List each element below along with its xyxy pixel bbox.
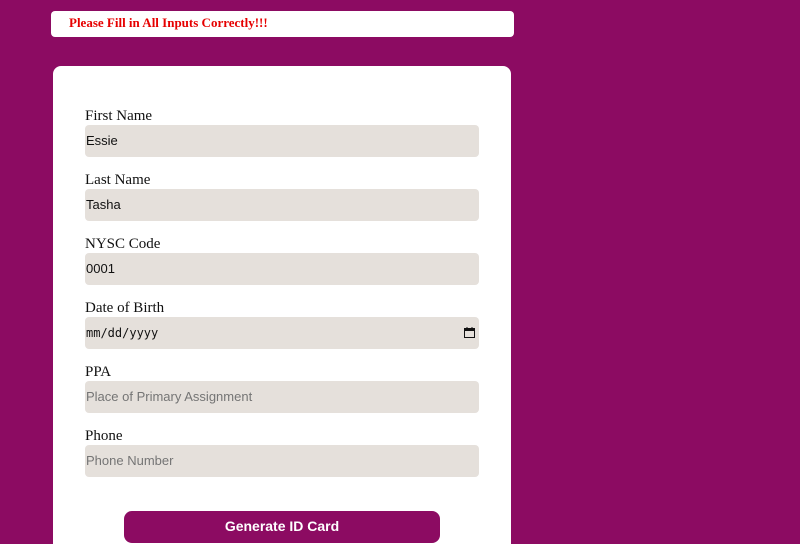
calendar-icon[interactable]	[464, 327, 475, 338]
ppa-label: PPA	[85, 364, 112, 380]
generate-id-card-button[interactable]: Generate ID Card	[124, 511, 440, 543]
first-name-label: First Name	[85, 108, 153, 124]
id-card-form: First Name Essie Last Name Tasha NYSC Co…	[53, 66, 511, 544]
phone-label: Phone	[85, 428, 123, 444]
dob-input[interactable]: mm/dd/yyyy	[85, 317, 479, 349]
dob-group: Date of Birth mm/dd/yyyy	[85, 299, 479, 349]
phone-input[interactable]: Phone Number	[85, 445, 479, 477]
first-name-input[interactable]: Essie	[85, 125, 479, 157]
error-alert: Please Fill in All Inputs Correctly!!!	[51, 11, 514, 37]
last-name-label: Last Name	[85, 172, 151, 188]
ppa-group: PPA Place of Primary Assignment	[85, 363, 479, 413]
page: Please Fill in All Inputs Correctly!!! F…	[0, 0, 800, 544]
ppa-input[interactable]: Place of Primary Assignment	[85, 381, 479, 413]
nysc-code-label: NYSC Code	[85, 236, 161, 252]
nysc-code-input[interactable]: 0001	[85, 253, 479, 285]
phone-group: Phone Phone Number	[85, 427, 479, 477]
last-name-input[interactable]: Tasha	[85, 189, 479, 221]
last-name-group: Last Name Tasha	[85, 171, 479, 221]
dob-placeholder: mm/dd/yyyy	[86, 326, 159, 340]
first-name-group: First Name Essie	[85, 107, 479, 157]
nysc-code-group: NYSC Code 0001	[85, 235, 479, 285]
error-message: Please Fill in All Inputs Correctly!!!	[69, 15, 268, 30]
dob-label: Date of Birth	[85, 300, 165, 316]
